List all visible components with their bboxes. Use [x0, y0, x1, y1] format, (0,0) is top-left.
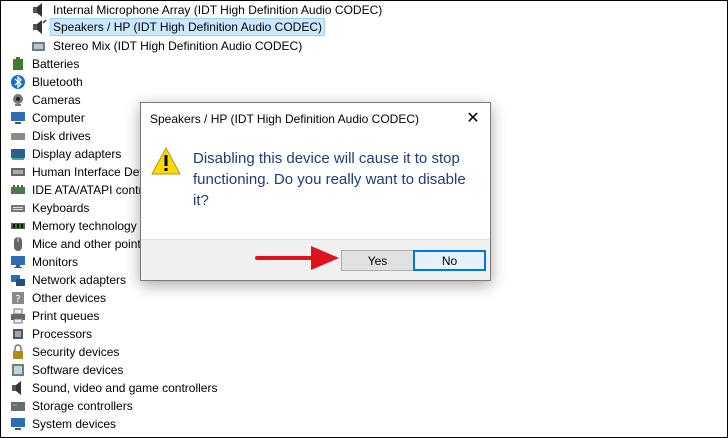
- category-cameras[interactable]: Cameras: [10, 91, 83, 109]
- dialog-body: Disabling this device will cause it to s…: [141, 135, 490, 239]
- yes-button[interactable]: Yes: [341, 250, 414, 271]
- category-label: Human Interface Dev: [32, 165, 146, 179]
- category-print-queues[interactable]: Print queues: [10, 307, 101, 325]
- category-system-devices[interactable]: System devices: [10, 415, 118, 433]
- storage-controller-icon: [10, 398, 26, 414]
- category-label: Network adapters: [32, 273, 127, 287]
- annotation-arrow-icon: [255, 246, 339, 270]
- category-label: Keyboards: [32, 201, 90, 215]
- category-other-devices[interactable]: ? Other devices: [10, 289, 108, 307]
- software-device-icon: [10, 362, 26, 378]
- category-disk-drives[interactable]: Disk drives: [10, 127, 93, 145]
- device-label: Internal Microphone Array (IDT High Defi…: [53, 3, 383, 17]
- category-software-devices[interactable]: Software devices: [10, 361, 125, 379]
- network-adapter-icon: [10, 272, 26, 288]
- category-processors[interactable]: Processors: [10, 325, 94, 343]
- sound-controller-icon: [10, 380, 26, 396]
- category-label: Processors: [32, 327, 93, 341]
- keyboard-icon: [10, 200, 26, 216]
- ide-controller-icon: [10, 182, 26, 198]
- display-adapter-icon: [10, 146, 26, 162]
- category-ide-ata-atapi[interactable]: IDE ATA/ATAPI contro: [10, 181, 151, 199]
- other-devices-icon: ?: [10, 290, 26, 306]
- category-label: Monitors: [32, 255, 79, 269]
- category-bluetooth[interactable]: Bluetooth: [10, 73, 85, 91]
- device-stereo-mix[interactable]: Stereo Mix (IDT High Definition Audio CO…: [31, 37, 304, 55]
- close-icon[interactable]: ✕: [456, 103, 490, 133]
- battery-icon: [10, 56, 26, 72]
- category-computer[interactable]: Computer: [10, 109, 87, 127]
- memory-icon: [10, 218, 26, 234]
- category-batteries[interactable]: Batteries: [10, 55, 81, 73]
- device-label: Stereo Mix (IDT High Definition Audio CO…: [53, 39, 303, 53]
- category-storage-controllers[interactable]: Storage controllers: [10, 397, 135, 415]
- audio-device-icon: [31, 38, 47, 54]
- category-label: Software devices: [32, 363, 124, 377]
- device-label: Speakers / HP (IDT High Definition Audio…: [50, 18, 325, 36]
- bluetooth-icon: [10, 74, 26, 90]
- category-mice[interactable]: Mice and other point: [10, 235, 143, 253]
- category-display-adapters[interactable]: Display adapters: [10, 145, 123, 163]
- category-label: Bluetooth: [32, 75, 83, 89]
- monitor-icon: [10, 254, 26, 270]
- category-sound-video-game-controllers[interactable]: Sound, video and game controllers: [10, 379, 219, 397]
- category-monitors[interactable]: Monitors: [10, 253, 80, 271]
- speaker-icon: [31, 19, 47, 35]
- svg-text:?: ?: [15, 294, 20, 305]
- category-human-interface-devices[interactable]: Human Interface Dev: [10, 163, 147, 181]
- dialog-message: Disabling this device will cause it to s…: [193, 150, 466, 209]
- category-memory-technology[interactable]: Memory technology: [10, 217, 139, 235]
- mouse-icon: [10, 236, 26, 252]
- printer-icon: [10, 308, 26, 324]
- security-device-icon: [10, 344, 26, 360]
- category-label: Display adapters: [32, 147, 122, 161]
- category-label: IDE ATA/ATAPI contro: [32, 183, 150, 197]
- warning-icon: [151, 147, 181, 175]
- category-label: Other devices: [32, 291, 107, 305]
- category-label: Mice and other point: [32, 237, 141, 251]
- disk-drive-icon: [10, 128, 26, 144]
- no-button[interactable]: No: [413, 250, 486, 271]
- processor-icon: [10, 326, 26, 342]
- category-label: Print queues: [32, 309, 100, 323]
- device-speakers-hp[interactable]: Speakers / HP (IDT High Definition Audio…: [31, 18, 325, 36]
- category-label: Disk drives: [32, 129, 91, 143]
- category-label: Computer: [32, 111, 85, 125]
- category-security-devices[interactable]: Security devices: [10, 343, 121, 361]
- category-network-adapters[interactable]: Network adapters: [10, 271, 128, 289]
- category-label: Storage controllers: [32, 399, 133, 413]
- category-label: Cameras: [32, 93, 81, 107]
- category-label: Security devices: [32, 345, 120, 359]
- category-label: Batteries: [32, 57, 80, 71]
- category-label: Sound, video and game controllers: [32, 381, 218, 395]
- category-keyboards[interactable]: Keyboards: [10, 199, 91, 217]
- device-internal-microphone[interactable]: Internal Microphone Array (IDT High Defi…: [31, 1, 384, 19]
- hid-icon: [10, 164, 26, 180]
- dialog-title: Speakers / HP (IDT High Definition Audio…: [150, 112, 419, 126]
- category-label: Memory technology: [32, 219, 137, 233]
- computer-icon: [10, 110, 26, 126]
- speaker-icon: [31, 2, 47, 18]
- system-device-icon: [10, 416, 26, 432]
- category-label: System devices: [32, 417, 117, 431]
- camera-icon: [10, 92, 26, 108]
